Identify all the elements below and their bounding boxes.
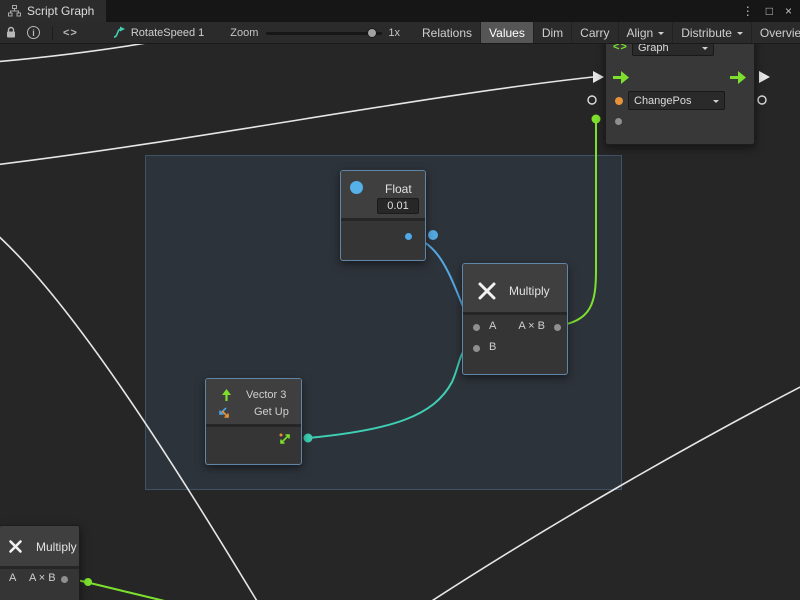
caret-down-icon (713, 100, 719, 106)
toolbar-separator (52, 26, 53, 40)
caret-down-icon (737, 32, 743, 38)
tab-script-graph[interactable]: Script Graph (0, 0, 106, 22)
title-bar: Script Graph ⋮ □ × (0, 0, 800, 22)
input-a-label: A (489, 320, 496, 332)
node-float[interactable]: Float 0.01 (340, 170, 426, 261)
lock-icon[interactable] (5, 26, 17, 39)
breadcrumb-label: RotateSpeed 1 (131, 27, 204, 39)
breadcrumb[interactable]: RotateSpeed 1 (112, 26, 204, 39)
script-graph-icon: <> (613, 44, 628, 53)
wire-white[interactable] (424, 384, 800, 600)
empty-port-icon[interactable] (588, 96, 596, 104)
multiply-icon (477, 281, 497, 301)
input-a-port-icon[interactable] (473, 324, 480, 331)
zoom-slider[interactable] (266, 26, 382, 40)
output-port-icon[interactable] (61, 576, 68, 583)
node-title: Multiply (36, 540, 77, 554)
wire-getup-to-multiply[interactable] (308, 347, 472, 438)
distribute-button[interactable]: Distribute (672, 22, 751, 43)
wire-white[interactable] (0, 77, 593, 165)
zoom-label: Zoom (230, 27, 258, 39)
close-icon[interactable]: × (785, 4, 792, 18)
node-set-variable[interactable]: <> Graph ChangePos (605, 44, 755, 145)
node-multiply[interactable]: Multiply A A × B B (462, 263, 568, 375)
arrow-up-icon (220, 389, 233, 402)
output-label: A × B (518, 320, 545, 332)
variable-kind-dropdown[interactable]: Graph (632, 44, 714, 56)
script-graph-window: Script Graph ⋮ □ × i <> RotateSpeed 1 Zo… (0, 0, 800, 600)
input-b-label: B (489, 341, 496, 353)
node-title: Float (385, 182, 412, 196)
node-type-label: Vector 3 (246, 389, 286, 401)
multiply-icon (8, 539, 23, 554)
value-port-icon[interactable] (615, 97, 623, 105)
dim-button[interactable]: Dim (533, 22, 571, 43)
graph-breadcrumb-icon (112, 26, 126, 39)
wire-droplet (428, 230, 438, 240)
node-vector3-get-up[interactable]: Vector 3 Get Up (205, 378, 302, 465)
info-icon[interactable]: i (27, 26, 40, 39)
tab-title: Script Graph (27, 4, 94, 18)
flow-in-arrow-icon[interactable] (593, 71, 604, 83)
overview-button[interactable]: Overview (751, 22, 800, 43)
maximize-icon[interactable]: □ (766, 4, 773, 18)
caret-down-icon (702, 47, 708, 53)
align-button[interactable]: Align (618, 22, 673, 43)
vector-output-port-icon[interactable] (278, 432, 292, 446)
float-type-icon (350, 181, 363, 194)
node-title: Multiply (509, 284, 550, 298)
wire-white[interactable] (0, 44, 152, 62)
code-icon[interactable]: <> (63, 27, 78, 39)
zoom-value: 1x (388, 27, 400, 39)
carry-button[interactable]: Carry (571, 22, 617, 43)
node-title: Get Up (254, 406, 289, 418)
wire-droplet (84, 578, 92, 586)
input-b-port-icon[interactable] (473, 345, 480, 352)
caret-down-icon (658, 32, 664, 38)
flow-port-in-icon[interactable] (613, 71, 630, 84)
variable-name-dropdown[interactable]: ChangePos (628, 91, 725, 110)
vector-arrows-icon (216, 406, 230, 419)
relations-button[interactable]: Relations (414, 22, 480, 43)
float-output-port-icon[interactable] (405, 233, 412, 240)
zoom-slider-track (266, 32, 382, 35)
input-port-icon[interactable] (615, 118, 622, 125)
output-port-icon[interactable] (554, 324, 561, 331)
flow-out-arrow-icon[interactable] (759, 71, 770, 83)
graph-tab-icon (8, 5, 21, 17)
toolbar-buttons: Relations Values Dim Carry Align Distrib… (414, 22, 800, 43)
values-button[interactable]: Values (480, 22, 533, 43)
float-value-field[interactable]: 0.01 (377, 198, 419, 214)
graph-toolbar: i <> RotateSpeed 1 Zoom 1x Relations Val… (0, 22, 800, 44)
node-multiply-2[interactable]: Multiply A A × B (0, 525, 80, 600)
wire-droplet (304, 434, 313, 443)
flow-port-out-icon[interactable] (730, 71, 747, 84)
kebab-menu-icon[interactable]: ⋮ (742, 4, 754, 18)
graph-canvas[interactable]: <> Graph ChangePos Float 0.01 (0, 44, 800, 600)
empty-port-icon[interactable] (758, 96, 766, 104)
output-label: A × B (29, 572, 56, 584)
wire-droplet (592, 115, 601, 124)
zoom-slider-knob[interactable] (367, 28, 377, 38)
input-a-label: A (9, 572, 16, 584)
